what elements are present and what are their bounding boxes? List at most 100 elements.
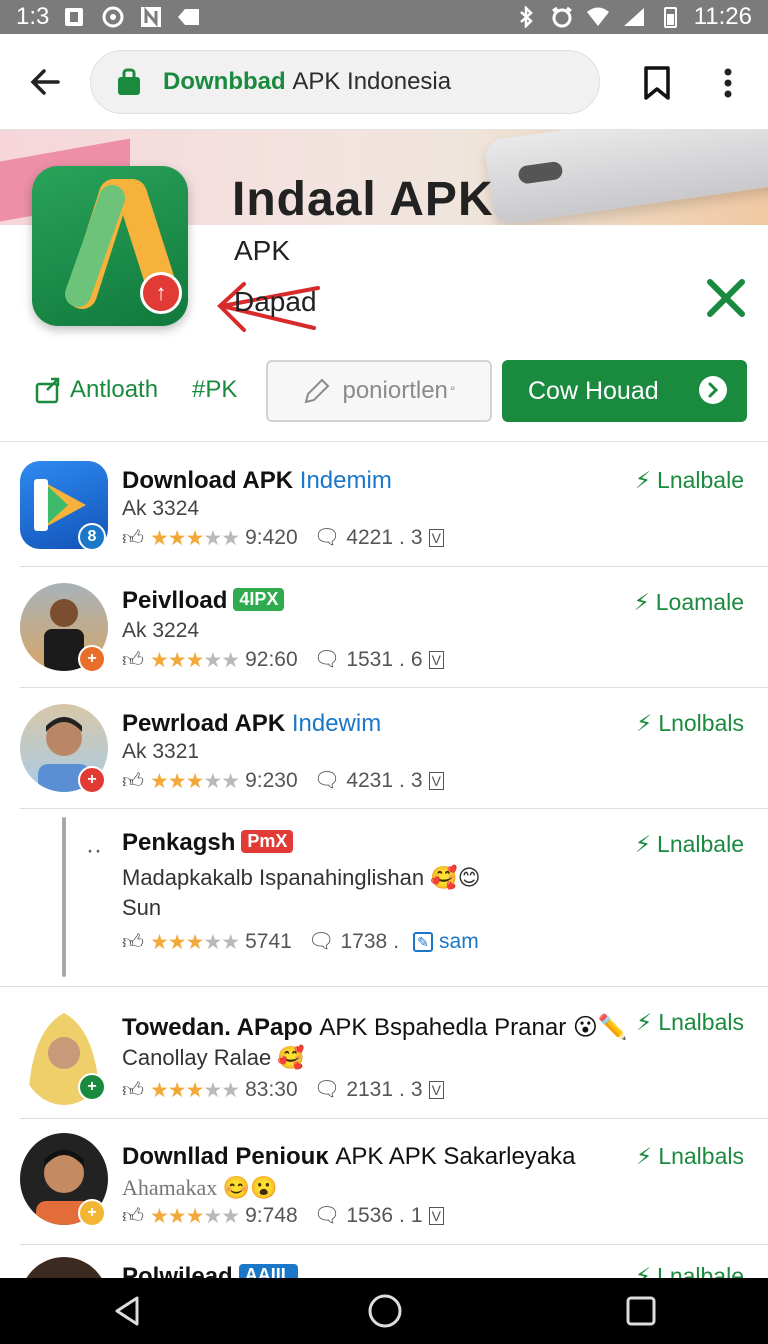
comment-icon: 🗨︎ <box>313 1078 341 1101</box>
emoji-icon: 😮✏️ <box>572 1014 628 1041</box>
version-box-icon: V <box>428 651 444 669</box>
item-tag: PmX <box>241 830 294 853</box>
install-link[interactable]: ⚡︎ Lnalbale <box>635 467 744 494</box>
apk-link[interactable]: #PK <box>192 376 237 404</box>
browser-toolbar: Downbbad APK Indonesia <box>0 34 768 130</box>
upload-badge-icon: ↑ <box>140 272 182 314</box>
edit-box-icon: ✎ <box>413 932 434 952</box>
nav-recents-icon[interactable] <box>625 1295 657 1327</box>
list-item[interactable]: 8 Download APK Indemim Ak 3324 👍︎ ★★★★★ … <box>0 443 768 567</box>
install-link[interactable]: ⚡︎ Lnalbale <box>635 1263 744 1278</box>
address-bar[interactable]: Downbbad APK Indonesia <box>90 49 600 114</box>
back-button[interactable] <box>0 34 90 130</box>
install-link[interactable]: ⚡︎ Lnalbals <box>636 1143 744 1170</box>
chevron-right-icon <box>699 376 727 404</box>
item-subtitle: Ak 3321 <box>122 740 200 763</box>
nav-home-icon[interactable] <box>366 1292 404 1330</box>
more-horizontal-icon[interactable]: ·· <box>86 837 102 865</box>
install-label: Lnalbale <box>657 831 744 857</box>
notification-icon <box>65 8 84 26</box>
user-avatar <box>20 1257 108 1278</box>
download-button[interactable]: Cow Houad <box>502 360 747 422</box>
item-tag: AAIIL <box>238 1264 298 1278</box>
install-link[interactable]: ⚡︎ Lnolbals <box>636 710 744 737</box>
item-title-tail: APK Bspahedla Pranar <box>319 1014 567 1041</box>
plus-badge-icon: + <box>78 1073 106 1101</box>
item-count: 4231 <box>346 769 394 792</box>
alarm-icon <box>551 6 572 28</box>
rating-stars: ★★★★★ <box>149 648 240 672</box>
item-version: 3 <box>410 769 423 792</box>
status-time-left: 1:3 <box>16 3 50 30</box>
bookmark-button[interactable] <box>636 62 678 104</box>
n-icon <box>141 6 162 28</box>
rating-stars: ★★★★★ <box>149 930 240 954</box>
list-item[interactable]: + Peivlload 4IPX Ak 3224 👍︎ ★★★★★ 92:60 🗨… <box>0 567 768 688</box>
overflow-menu-button[interactable] <box>708 62 748 104</box>
item-title-highlight: Indemim <box>299 467 392 494</box>
sam-link[interactable]: ✎ sam <box>413 930 479 954</box>
install-link[interactable]: ⚡︎ Lnalbale <box>635 831 744 858</box>
action-row: Antloath #PK poniortlen ° Cow Houad <box>0 350 768 442</box>
version-box-icon: V <box>428 529 444 547</box>
share-link[interactable]: Antloath <box>34 376 158 404</box>
secondary-button[interactable]: poniortlen ° <box>266 360 492 422</box>
install-link[interactable]: ⚡︎ Loamale <box>634 589 744 616</box>
leaf-install-icon: ⚡︎ <box>636 1009 653 1035</box>
item-count: 1536 <box>346 1204 394 1227</box>
close-icon[interactable] <box>704 276 748 320</box>
list-item[interactable]: + Downllad Peniouĸ APK APK Sakarleyaka A… <box>0 1119 768 1245</box>
rating-value: 9:230 <box>245 769 298 792</box>
leaf-install-icon: ⚡︎ <box>634 831 652 857</box>
rating-stars: ★★★★★ <box>149 526 240 550</box>
list-item[interactable]: ·· Penkagsh PmX Madapkakalb Ispanahinglis… <box>0 809 768 987</box>
bookmark-icon <box>644 66 670 100</box>
thumbs-up-icon: 👍︎ <box>122 1079 144 1102</box>
comment-icon: 🗨︎ <box>313 648 341 671</box>
item-title: Pewrload APK <box>122 710 286 737</box>
install-link[interactable]: ⚡︎ Lnalbals <box>636 1009 744 1036</box>
version-box-icon: V <box>428 1081 444 1099</box>
verified-badge-icon: 8 <box>78 523 106 551</box>
list-item[interactable]: + Pewrload APK Indewim Ak 3321 👍︎ ★★★★★ … <box>0 688 768 809</box>
item-subtitle: Canollay Ralae <box>122 1045 272 1070</box>
bluetooth-icon <box>519 6 533 28</box>
list-item[interactable]: Polwilead AAIIL ⚡︎ Lnalbale <box>0 1245 768 1278</box>
leaf-install-icon: ⚡︎ <box>636 710 653 736</box>
item-version: 6 <box>410 648 423 671</box>
comment-icon: 🗨︎ <box>313 526 341 549</box>
leaf-install-icon: ⚡︎ <box>634 1263 652 1278</box>
app-subtitle: APK <box>234 235 291 266</box>
apk-link-label: #PK <box>192 376 238 403</box>
item-title-tail: APK APK Sakarleyaka <box>335 1143 576 1170</box>
cast-icon <box>178 9 200 25</box>
thumbs-up-icon: 👍︎ <box>122 1205 144 1228</box>
thread-line <box>62 817 66 977</box>
comment-icon: 🗨︎ <box>313 1204 341 1227</box>
plus-badge-icon: + <box>78 766 106 794</box>
leaf-install-icon: ⚡︎ <box>633 589 650 615</box>
item-version: 1 <box>410 1204 423 1227</box>
item-title: Downllad Peniouĸ <box>122 1143 329 1170</box>
list-item[interactable]: + Towedan. APapo APK Bspahedla Pranar 😮✏… <box>0 987 768 1119</box>
item-count: 2131 <box>346 1078 394 1101</box>
phone-illustration <box>483 130 768 226</box>
comment-icon: 🗨︎ <box>313 769 341 792</box>
emoji-icon: 🥰😊 <box>430 865 481 890</box>
url-domain: Downbbad <box>163 67 286 95</box>
rating-value: 9:748 <box>245 1204 298 1227</box>
back-arrow-icon <box>30 68 60 95</box>
comment-icon: 🗨︎ <box>307 930 335 953</box>
version-box-icon: V <box>428 1207 444 1225</box>
nav-back-icon[interactable] <box>111 1294 145 1328</box>
url-path: APK Indonesia <box>292 67 452 95</box>
thumbs-up-icon: 👍︎ <box>122 931 144 954</box>
system-nav-bar <box>0 1278 768 1344</box>
install-label: Lnalbale <box>657 1263 744 1278</box>
install-label: Lnolbals <box>658 710 744 736</box>
item-title: Penkagsh <box>122 829 236 856</box>
item-title: Download APK <box>122 467 294 494</box>
thumbs-up-icon: 👍︎ <box>122 770 144 793</box>
install-label: Loamale <box>655 589 744 615</box>
item-tag: 4IPX <box>233 588 285 611</box>
